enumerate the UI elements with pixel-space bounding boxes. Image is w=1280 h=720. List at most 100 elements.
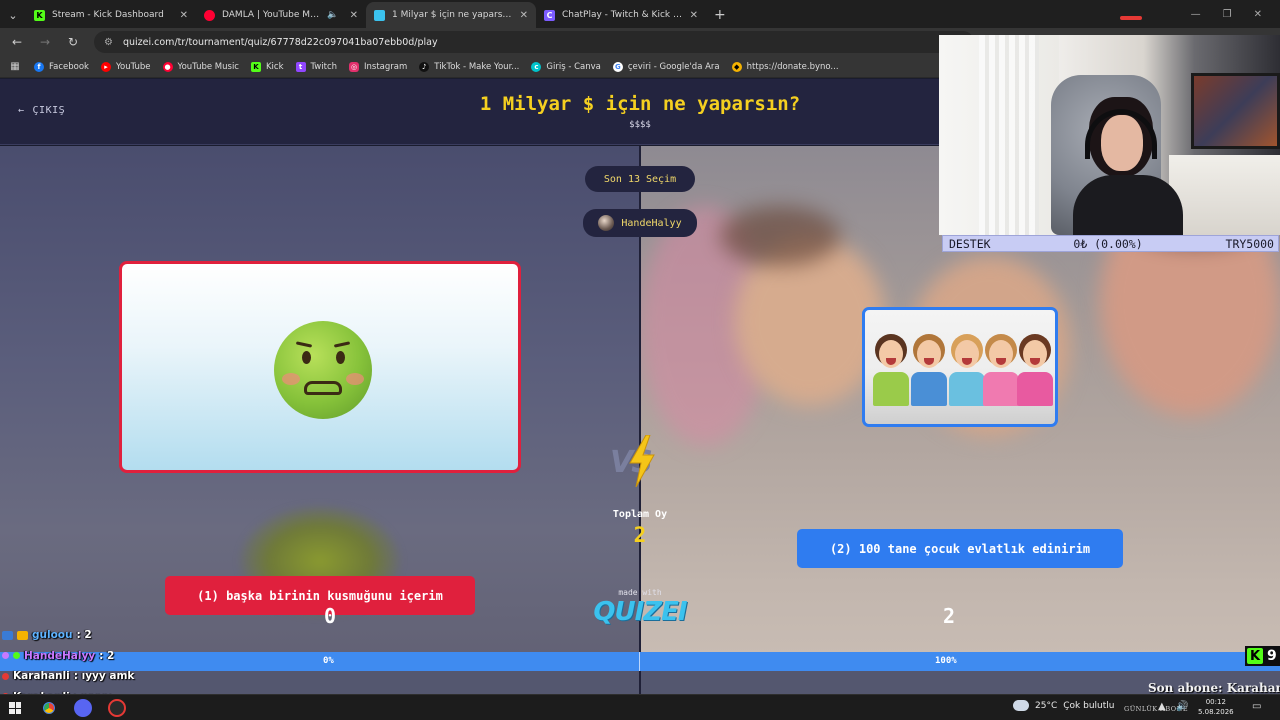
tab-label: Stream - Kick Dashboard	[52, 10, 164, 20]
quizei-logo: QUIZEI	[593, 597, 687, 627]
chat-message: Karahanli : ıyyy amk	[2, 666, 242, 687]
new-tab-button[interactable]: +	[706, 2, 734, 28]
instagram-icon: ◎	[349, 61, 360, 72]
exit-button[interactable]: ← ÇIKIŞ	[18, 105, 65, 116]
cheek	[282, 373, 300, 385]
last-subscriber: Son abone: Karahanli	[1148, 681, 1280, 695]
donation-goal-bar: DESTEK 0₺ (0.00%) TRY5000	[942, 235, 1279, 252]
tab-label: DAMLA | YouTube Music	[222, 10, 321, 20]
tab-quizei[interactable]: 1 Milyar $ için ne yaparsın? - Ti ✕	[366, 2, 536, 28]
bookmark-youtube[interactable]: ▸ YouTube	[100, 61, 151, 72]
bookmark-label: Twitch	[310, 61, 338, 72]
quizei-icon	[374, 9, 385, 21]
chat-text: : ıyyy amk	[73, 670, 135, 683]
kid-figure	[983, 334, 1019, 406]
vote-count-right: 2	[942, 604, 956, 628]
bookmark-youtube-music[interactable]: ● YouTube Music	[162, 61, 239, 72]
user-name: HandeHalyy	[621, 217, 682, 229]
tab-search-icon[interactable]: ⌄	[0, 2, 26, 28]
eye	[302, 351, 311, 364]
donation-label: DESTEK	[949, 236, 991, 251]
percent-left: 0%	[323, 656, 334, 666]
tiktok-icon: ♪	[419, 61, 430, 72]
bookmark-kick[interactable]: K Kick	[250, 61, 284, 72]
url-field[interactable]: ⚙ quizei.com/tr/tournament/quiz/67778d22…	[94, 31, 974, 53]
bookmark-label: Giriş - Canva	[546, 61, 601, 72]
close-icon[interactable]: ✕	[180, 10, 188, 21]
tab-youtube-music[interactable]: DAMLA | YouTube Music 🔈 ✕	[196, 2, 366, 28]
discord-icon[interactable]	[74, 699, 92, 717]
bookmark-label: Instagram	[364, 61, 408, 72]
exit-label: ÇIKIŞ	[32, 105, 66, 116]
bookmark-tiktok[interactable]: ♪ TikTok - Make Your...	[419, 61, 519, 72]
user-badge: HandeHalyy	[583, 209, 697, 237]
center-divider	[639, 671, 641, 694]
clock-date: 5.08.2026	[1198, 708, 1234, 716]
chat-username: HandeHalyy	[24, 649, 96, 662]
obs-icon[interactable]	[108, 699, 126, 717]
badge-icon	[13, 652, 20, 660]
tab-chatplay[interactable]: C ChatPlay - Twitch & Kick İzleyici ✕	[536, 2, 706, 28]
kick-icon: K	[1247, 648, 1263, 664]
cloud-icon	[1013, 700, 1029, 711]
bookmark-label: Kick	[265, 61, 284, 72]
windows-start-icon[interactable]	[9, 702, 21, 714]
speaker-icon[interactable]: 🔈	[327, 10, 338, 20]
forward-icon[interactable]: →	[38, 35, 52, 49]
chrome-icon[interactable]	[40, 699, 58, 717]
bookmark-facebook[interactable]: f Facebook	[34, 61, 89, 72]
eye	[336, 351, 345, 364]
back-icon[interactable]: ←	[10, 35, 24, 49]
bookmark-canva[interactable]: c Giriş - Canva	[531, 61, 601, 72]
apps-grid-icon[interactable]: ▦	[8, 61, 22, 72]
close-icon[interactable]: ✕	[520, 10, 528, 21]
option-left-image[interactable]	[119, 261, 521, 473]
bookmark-instagram[interactable]: ◎ Instagram	[349, 61, 408, 72]
maximize-icon[interactable]: ❐	[1223, 9, 1232, 20]
made-with-label: made with	[618, 588, 662, 597]
close-icon[interactable]: ✕	[690, 10, 698, 21]
tab-label: 1 Milyar $ için ne yaparsın? - Ti	[392, 10, 513, 20]
windows-taskbar: 25°C Çok bulutlu GÜNLÜK ABONE ▲ 🔊 00:12 …	[0, 694, 1280, 720]
donation-goal: TRY5000	[1225, 236, 1274, 251]
bookmark-google[interactable]: Gçeviri - Google'da Ara	[612, 61, 720, 72]
quiz-subtitle: $$$$	[629, 120, 651, 130]
donation-amount: 0₺ (0.00%)	[1073, 236, 1143, 251]
reload-icon[interactable]: ↻	[66, 35, 80, 49]
bookmark-donate[interactable]: ◆ https://donate.byno...	[731, 61, 839, 72]
option-right-image[interactable]	[862, 307, 1058, 427]
cheek	[346, 373, 364, 385]
network-icon[interactable]: ▲	[1158, 701, 1166, 712]
total-votes-label: Toplam Oy	[612, 509, 668, 520]
arrow-left-icon: ←	[18, 105, 25, 116]
notification-icon[interactable]: ▭	[1252, 701, 1261, 712]
lightning-icon	[629, 435, 655, 487]
bookmark-label: YouTube Music	[177, 61, 239, 72]
tab-kick-dashboard[interactable]: K Stream - Kick Dashboard ✕	[26, 2, 196, 28]
chat-message: HandeHalyy : 2	[2, 646, 242, 667]
weather-desc: Çok bulutlu	[1063, 700, 1115, 711]
chat-text: : 2	[76, 629, 92, 642]
progress-divider	[639, 652, 640, 671]
mouth	[304, 381, 342, 395]
nauseated-face-emoji	[274, 321, 372, 419]
close-icon[interactable]: ✕	[350, 10, 358, 21]
site-info-icon[interactable]: ⚙	[104, 37, 113, 48]
kick-viewer-count: K 9	[1245, 646, 1280, 666]
browser-tab-bar: ⌄ K Stream - Kick Dashboard ✕ DAMLA | Yo…	[0, 0, 1280, 28]
versus-icon: VS	[606, 435, 676, 493]
volume-icon[interactable]: 🔊	[1176, 701, 1188, 712]
bookmark-label: Facebook	[49, 61, 89, 72]
close-window-icon[interactable]: ✕	[1254, 9, 1262, 20]
round-badge: Son 13 Seçim	[585, 166, 695, 192]
weather-widget[interactable]: 25°C Çok bulutlu	[1013, 700, 1114, 711]
option-right-button[interactable]: (2) 100 tane çocuk evlatlık edinirim	[797, 529, 1123, 568]
youtube-music-icon: ●	[162, 61, 173, 72]
minimize-icon[interactable]: —	[1191, 9, 1201, 20]
kick-icon: K	[250, 61, 261, 72]
google-icon: G	[612, 61, 623, 72]
viewer-count: 9	[1267, 648, 1277, 664]
system-clock[interactable]: 00:12 5.08.2026	[1198, 697, 1234, 717]
vote-count-left: 0	[323, 604, 337, 628]
bookmark-twitch[interactable]: t Twitch	[295, 61, 338, 72]
